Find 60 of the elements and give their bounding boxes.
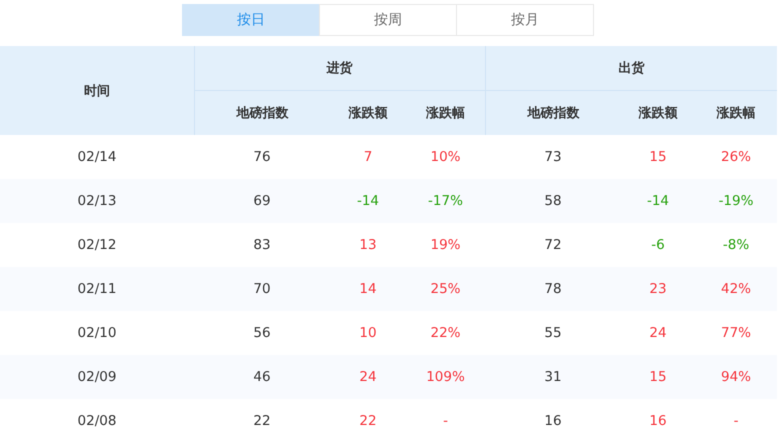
- table-cell: 22%: [406, 311, 485, 355]
- table-cell: 22: [194, 399, 330, 443]
- table-cell: 58: [485, 179, 621, 223]
- table-cell: -14: [330, 179, 406, 223]
- table-cell: 24: [621, 311, 695, 355]
- table-cell: 42%: [695, 267, 778, 311]
- table-cell: 02/10: [0, 311, 194, 355]
- column-header: 涨跌额: [330, 90, 406, 135]
- table-cell: 55: [485, 311, 621, 355]
- table-cell: 7: [330, 135, 406, 179]
- column-header: 涨跌额: [621, 90, 695, 135]
- table-cell: 46: [194, 355, 330, 399]
- table-cell: 94%: [695, 355, 778, 399]
- table-cell: 10%: [406, 135, 485, 179]
- table-cell: -8%: [695, 223, 778, 267]
- table-cell: 02/09: [0, 355, 194, 399]
- column-header: 涨跌幅: [695, 90, 778, 135]
- table-cell: 16: [621, 399, 695, 443]
- table-cell: -14: [621, 179, 695, 223]
- table-cell: 19%: [406, 223, 485, 267]
- table-cell: 109%: [406, 355, 485, 399]
- table-cell: 13: [330, 223, 406, 267]
- column-header: 涨跌幅: [406, 90, 485, 135]
- table-cell: -6: [621, 223, 695, 267]
- table-cell: 56: [194, 311, 330, 355]
- column-header: 时间: [0, 46, 194, 135]
- column-header: 进货: [194, 46, 485, 90]
- table-cell: 15: [621, 355, 695, 399]
- table-cell: 02/12: [0, 223, 194, 267]
- table-cell: 02/08: [0, 399, 194, 443]
- table-cell: 70: [194, 267, 330, 311]
- table-cell: 26%: [695, 135, 778, 179]
- column-header: 地磅指数: [485, 90, 621, 135]
- table-cell: -19%: [695, 179, 778, 223]
- table-cell: 78: [485, 267, 621, 311]
- table-cell: -: [695, 399, 778, 443]
- table-cell: 69: [194, 179, 330, 223]
- table-cell: 02/13: [0, 179, 194, 223]
- table-cell: 72: [485, 223, 621, 267]
- table-cell: 02/14: [0, 135, 194, 179]
- table-cell: 24: [330, 355, 406, 399]
- table-cell: 15: [621, 135, 695, 179]
- table-cell: 31: [485, 355, 621, 399]
- table-cell: 73: [485, 135, 621, 179]
- table-cell: 22: [330, 399, 406, 443]
- period-tab[interactable]: 按月: [456, 4, 594, 36]
- table-cell: 76: [194, 135, 330, 179]
- column-header: 地磅指数: [194, 90, 330, 135]
- table-cell: 16: [485, 399, 621, 443]
- table-cell: 77%: [695, 311, 778, 355]
- table-cell: 25%: [406, 267, 485, 311]
- table-cell: 02/11: [0, 267, 194, 311]
- table-cell: 83: [194, 223, 330, 267]
- table-cell: 23: [621, 267, 695, 311]
- table-cell: 10: [330, 311, 406, 355]
- column-header: 出货: [485, 46, 778, 90]
- period-tab[interactable]: 按周: [319, 4, 457, 36]
- table-cell: 14: [330, 267, 406, 311]
- table-cell: -: [406, 399, 485, 443]
- table-cell: -17%: [406, 179, 485, 223]
